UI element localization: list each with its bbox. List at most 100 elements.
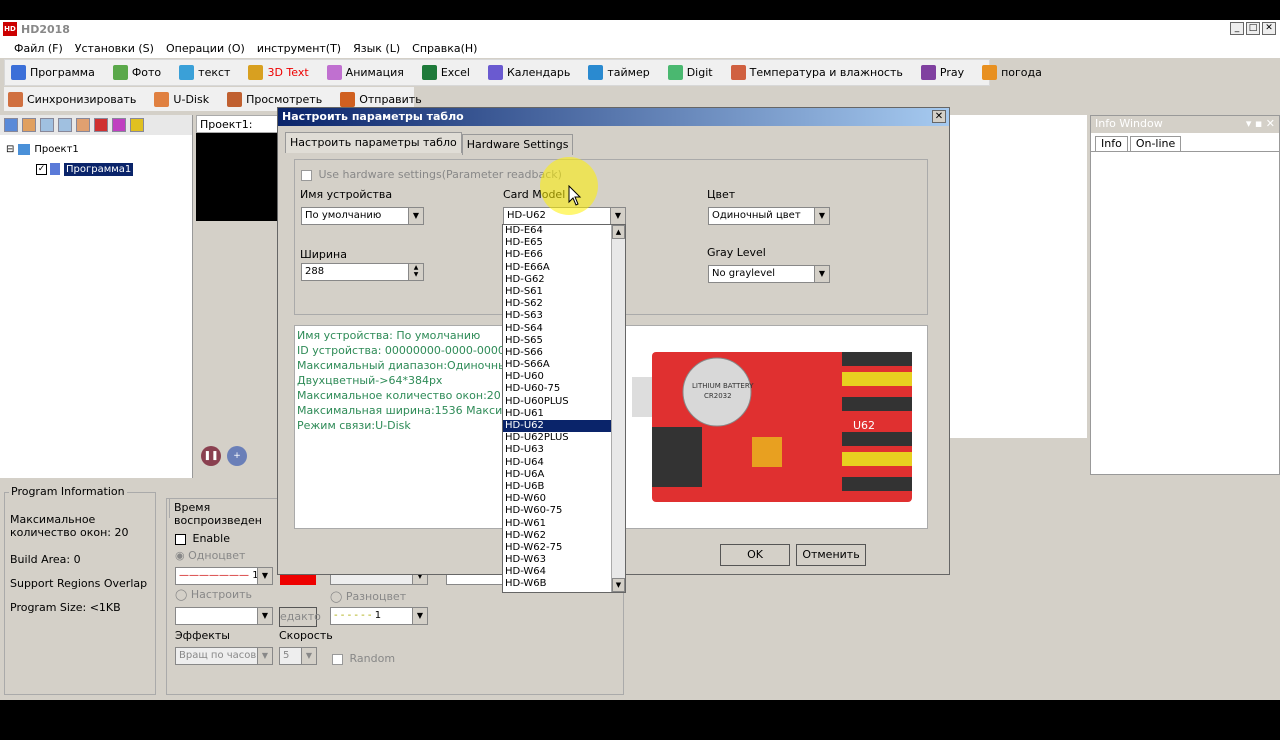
card-model-option[interactable]: HD-S66A (503, 359, 625, 371)
line-style-select[interactable]: ——————— 1 ▼ (175, 567, 273, 585)
toolbar-button[interactable]: Температура и влажность (730, 65, 903, 80)
tab-hardware-settings[interactable]: Hardware Settings (461, 134, 574, 155)
menu-item[interactable]: инструмент(T) (251, 42, 347, 55)
tab-playback-time[interactable]: Время воспроизведен (169, 498, 281, 527)
card-model-option[interactable]: HD-U60PLUS (503, 396, 625, 408)
ok-button[interactable]: OK (720, 544, 790, 566)
dropdown-scrollbar[interactable]: ▲ ▼ (611, 225, 625, 592)
gray-level-select[interactable]: No graylevel ▼ (708, 265, 830, 283)
single-color-radio[interactable]: ◉ Одноцвет (175, 549, 245, 562)
card-model-dropdown-list[interactable]: HD-E64 HD-E65 HD-E66 HD-E66A HD-G62 HD-S61 HD-… (502, 224, 626, 593)
dialog-close-button[interactable]: ✕ (932, 110, 946, 123)
copy-icon[interactable] (40, 118, 54, 132)
search-icon[interactable] (130, 118, 144, 132)
menu-item[interactable]: Справка(H) (406, 42, 483, 55)
card-model-option[interactable]: HD-U64 (503, 457, 625, 469)
card-model-option[interactable]: HD-G62 (503, 274, 625, 286)
add-icon[interactable] (22, 118, 36, 132)
menu-item[interactable]: Файл (F) (8, 42, 69, 55)
card-model-option[interactable]: HD-U61 (503, 408, 625, 420)
color-select[interactable]: Одиночный цвет ▼ (708, 207, 830, 225)
card-model-option[interactable]: HD-U63 (503, 444, 625, 456)
card-model-option[interactable]: HD-E65 (503, 237, 625, 249)
card-model-option[interactable]: HD-W62-75 (503, 542, 625, 554)
toolbar-button[interactable]: текст (179, 65, 230, 80)
toolbar-button[interactable]: 3D Text (248, 65, 309, 80)
pin-icon[interactable]: ▾ ▪ ✕ (1246, 117, 1275, 132)
toolbar-button[interactable]: Анимация (326, 65, 404, 80)
scroll-up-icon[interactable]: ▲ (612, 225, 625, 239)
toolbar2-button[interactable]: Синхронизировать (8, 91, 136, 107)
toolbar2-button[interactable]: Отправить (340, 91, 422, 107)
scroll-down-icon[interactable]: ▼ (612, 578, 625, 592)
card-model-option[interactable]: HD-U62PLUS (503, 432, 625, 444)
card-model-option[interactable]: HD-E66A (503, 262, 625, 274)
tab-screen-params[interactable]: Настроить параметры табло (285, 132, 462, 153)
setup-select[interactable]: ▼ (175, 607, 273, 625)
card-model-option[interactable]: HD-W64 (503, 566, 625, 578)
program-size-text: Program Size: <1KB (10, 601, 121, 614)
program-checkbox[interactable]: ✓ (36, 163, 47, 175)
card-model-option[interactable]: HD-W63 (503, 554, 625, 566)
use-hw-checkbox[interactable]: Use hardware settings(Parameter readback… (301, 168, 562, 181)
edit-button[interactable]: едакто (279, 607, 321, 627)
card-model-option[interactable]: HD-U62 (503, 420, 625, 433)
card-model-option[interactable]: HD-S64 (503, 323, 625, 335)
card-model-option[interactable]: HD-S61 (503, 286, 625, 298)
card-model-option[interactable]: HD-W60-75 (503, 505, 625, 517)
toolbar-button[interactable]: Digit (667, 65, 713, 80)
tree-item-program[interactable]: ✓ Программа1 (6, 159, 186, 179)
toolbar-button[interactable]: Программа (11, 65, 95, 80)
width-input[interactable]: 288 ▲ ▼ (301, 263, 424, 281)
toolbar-button[interactable]: погода (982, 65, 1042, 80)
use-hw-label: Use hardware settings(Parameter readback… (318, 168, 562, 181)
tab-online[interactable]: On-line (1129, 136, 1182, 151)
maximize-button[interactable]: □ (1246, 22, 1260, 35)
card-model-option[interactable]: HD-U6A (503, 469, 625, 481)
card-model-option[interactable]: HD-W60 (503, 493, 625, 505)
check-icon[interactable] (112, 118, 126, 132)
card-model-option[interactable]: HD-S63 (503, 310, 625, 322)
new-icon[interactable] (4, 118, 18, 132)
toolbar-button[interactable]: Фото (112, 65, 161, 80)
random-checkbox[interactable]: Random (332, 652, 395, 665)
pause-icon[interactable]: ❚❚ (201, 446, 221, 466)
multi-color-select[interactable]: - - - - - - 1 ▼ (330, 607, 428, 625)
card-model-option[interactable]: HD-U6B (503, 481, 625, 493)
toolbar-button[interactable]: Excel (421, 65, 470, 80)
tab-info[interactable]: Info (1095, 136, 1128, 151)
card-model-option[interactable]: HD-U60-75 (503, 383, 625, 395)
card-model-option[interactable]: HD-W61 (503, 518, 625, 530)
toolbar2-button[interactable]: U-Disk (154, 91, 209, 107)
speed-select[interactable]: 5 ▼ (279, 647, 317, 665)
card-model-option[interactable]: HD-E64 (503, 225, 625, 237)
multi-color-radio[interactable]: ◯ Разноцвет (330, 590, 406, 603)
setup-radio[interactable]: ◯ Настроить (175, 588, 252, 601)
mail-icon[interactable] (76, 118, 90, 132)
card-model-option[interactable]: HD-S66 (503, 347, 625, 359)
card-model-option[interactable]: HD-E66 (503, 249, 625, 261)
up-icon[interactable] (58, 118, 72, 132)
menu-item[interactable]: Язык (L) (347, 42, 406, 55)
menu-item[interactable]: Операции (O) (160, 42, 251, 55)
toolbar-button[interactable]: таймер (588, 65, 650, 80)
minimize-button[interactable]: _ (1230, 22, 1244, 35)
card-model-option[interactable]: HD-W6B (503, 578, 625, 590)
card-model-option[interactable]: HD-S62 (503, 298, 625, 310)
toolbar2-button[interactable]: Просмотреть (227, 91, 322, 107)
delete-icon[interactable] (94, 118, 108, 132)
zoom-in-icon[interactable]: + (227, 446, 247, 466)
cancel-button[interactable]: Отменить (796, 544, 866, 566)
menu-item[interactable]: Установки (S) (69, 42, 160, 55)
card-model-option[interactable]: HD-W62 (503, 530, 625, 542)
enable-checkbox[interactable]: Enable (175, 532, 230, 545)
tree-item-project[interactable]: ⊟ Проект1 (6, 139, 186, 159)
close-button[interactable]: ✕ (1262, 22, 1276, 35)
card-model-option[interactable]: HD-U60 (503, 371, 625, 383)
card-model-option[interactable]: HD-S65 (503, 335, 625, 347)
sync-icon (8, 91, 23, 107)
toolbar-button[interactable]: Pray (920, 65, 964, 80)
device-name-select[interactable]: По умолчанию ▼ (301, 207, 424, 225)
effects-select[interactable]: Вращ по часовой ▼ (175, 647, 273, 665)
toolbar-button[interactable]: Календарь (487, 65, 570, 80)
